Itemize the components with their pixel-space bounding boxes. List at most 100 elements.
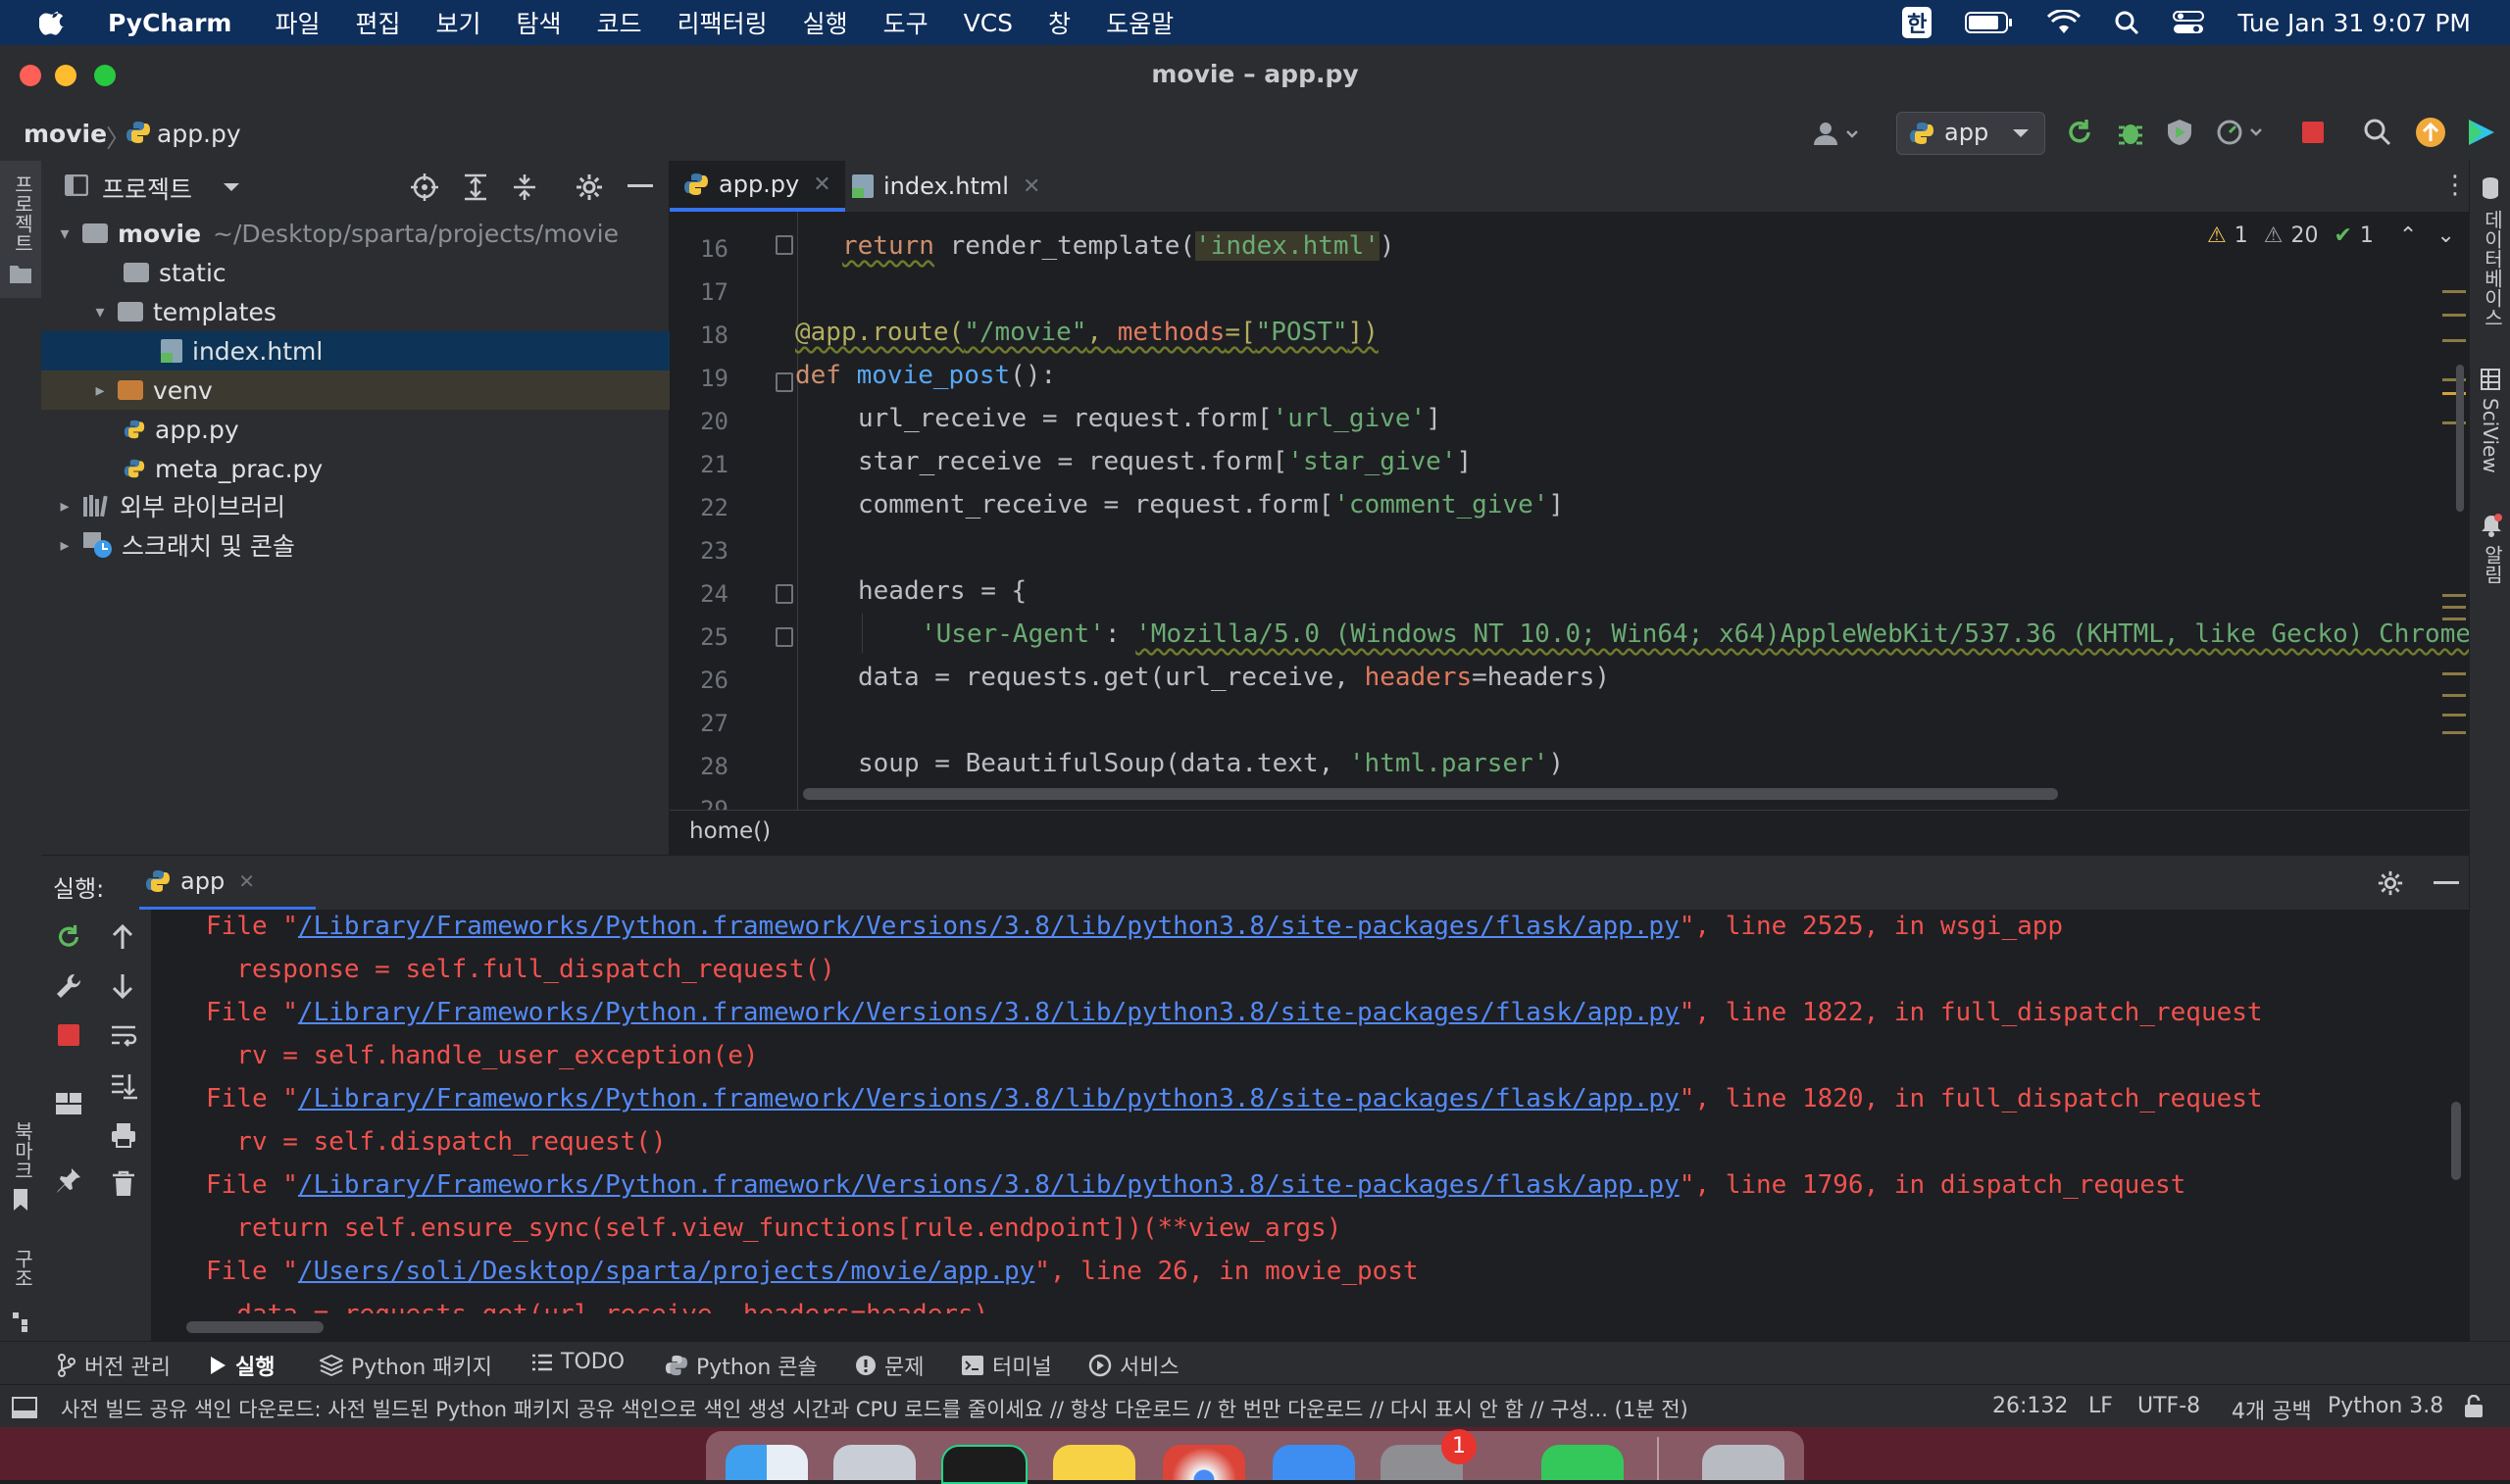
safari-icon[interactable] [1273,1445,1355,1480]
run-configuration-selector[interactable]: app [1896,112,2045,155]
chevron-right-icon[interactable]: ▸ [90,380,110,401]
console-file-link[interactable]: /Users/soli/Desktop/sparta/projects/movi… [298,1257,1034,1286]
console-file-link[interactable]: /Library/Frameworks/Python.framework/Ver… [298,912,1680,941]
run-console-output[interactable]: File "/Library/Frameworks/Python.framewo… [151,910,2445,1313]
more-tabs-icon[interactable]: ⋮ [2442,171,2468,200]
pin-icon[interactable] [55,1166,82,1194]
tree-item-app-py[interactable]: app.py [41,410,751,449]
notifications-tool-window-button[interactable]: 알림 [2470,514,2510,602]
fold-marker-icon[interactable] [776,235,793,255]
search-everywhere-icon[interactable] [2363,118,2392,147]
jetbrains-ai-icon[interactable] [2465,116,2498,149]
code-editor[interactable]: ⚠ 1 ⚠ 20 ✔ 1 ⌃ ⌄ 16 17 18 19 20 21 22 23 24… [670,212,2469,810]
tab-services[interactable]: 서비스 [1088,1350,1180,1381]
layout-icon[interactable] [55,1092,82,1115]
tree-item-venv[interactable]: ▸ venv [41,371,718,410]
control-center-icon[interactable] [2173,10,2205,35]
apple-icon[interactable] [39,8,69,37]
pycharm-icon[interactable] [941,1445,1028,1484]
error-stripe-mark[interactable] [2442,339,2466,342]
menu-navigate[interactable]: 탐색 [517,5,562,40]
expand-all-icon[interactable] [461,173,490,202]
gear-icon[interactable] [2377,869,2404,897]
menu-view[interactable]: 보기 [436,5,481,40]
close-tab-icon[interactable]: ✕ [813,173,830,197]
wrench-icon[interactable] [55,972,82,1000]
chevron-down-icon[interactable] [222,180,241,194]
error-stripe-mark[interactable] [2442,618,2466,620]
gear-icon[interactable] [575,173,604,202]
tree-item-external-libraries[interactable]: ▸ 외부 라이브러리 [41,486,682,525]
nav-crumb-file[interactable]: app.py [157,120,241,148]
tree-item-movie[interactable]: ▾ movie ~/Desktop/sparta/projects/movie [41,214,682,253]
status-message[interactable]: 사전 빌드 공유 색인 다운로드: 사전 빌드된 Python 패키지 공유 색… [61,1394,1688,1423]
next-highlight-icon[interactable]: ⌄ [2436,223,2454,248]
battery-icon[interactable] [1965,11,2014,34]
function-breadcrumb[interactable]: home() [689,818,771,844]
sciview-tool-window-button[interactable]: SciView [2470,369,2510,496]
error-stripe-mark[interactable] [2442,314,2466,317]
toggle-tool-windows-icon[interactable] [12,1397,37,1418]
wifi-icon[interactable] [2047,10,2082,35]
error-stripe-mark[interactable] [2442,290,2466,293]
arrow-down-icon[interactable] [110,972,135,1000]
tree-item-meta-prac-py[interactable]: meta_prac.py [41,449,751,488]
run-with-coverage-icon[interactable] [2165,118,2194,147]
line-separator[interactable]: LF [2088,1394,2113,1418]
chevron-down-icon[interactable]: ▾ [90,302,110,322]
spotlight-search-icon[interactable] [2114,10,2139,35]
messages-icon[interactable] [1541,1445,1624,1480]
finder-icon[interactable] [726,1445,808,1480]
soft-wrap-icon[interactable] [110,1023,137,1049]
console-horizontal-scrollbar[interactable] [186,1321,324,1333]
tab-app-py[interactable]: app.py ✕ [670,161,845,212]
python-interpreter[interactable]: Python 3.8 [2328,1394,2443,1418]
notes-icon[interactable] [1053,1445,1135,1480]
stop-icon[interactable] [2300,120,2326,145]
launchpad-icon[interactable] [833,1445,916,1480]
collapse-all-icon[interactable] [510,173,539,202]
horizontal-scrollbar[interactable] [803,788,2058,800]
ide-update-icon[interactable] [2414,116,2447,149]
vertical-scrollbar[interactable] [2456,365,2464,512]
error-stripe-mark[interactable] [2442,714,2466,717]
database-tool-window-button[interactable]: 데이터베이스 [2470,176,2510,363]
tab-python-console[interactable]: Python 콘솔 [665,1350,818,1381]
fold-marker-icon[interactable] [776,372,793,392]
unlock-icon[interactable] [2463,1395,2485,1418]
close-tab-icon[interactable]: ✕ [1023,174,1040,199]
console-file-link[interactable]: /Library/Frameworks/Python.framework/Ver… [298,1170,1680,1200]
error-stripe-mark[interactable] [2442,694,2466,697]
chrome-icon[interactable] [1163,1445,1245,1480]
rerun-icon[interactable] [2065,118,2094,147]
trash-icon[interactable] [112,1170,135,1198]
account-icon[interactable] [1812,120,1863,147]
error-stripe-mark[interactable] [2442,731,2466,734]
menu-code[interactable]: 코드 [597,5,642,40]
hide-panel-icon[interactable] [628,184,653,188]
debug-icon[interactable] [2116,118,2145,147]
close-tab-icon[interactable]: ✕ [238,869,255,893]
run-tab-app[interactable]: app ✕ [139,856,316,911]
console-file-link[interactable]: /Library/Frameworks/Python.framework/Ver… [298,1084,1680,1113]
tab-python-packages[interactable]: Python 패키지 [320,1350,492,1381]
arrow-up-icon[interactable] [110,923,135,951]
fold-marker-icon[interactable] [776,584,793,604]
menubar-clock[interactable]: Tue Jan 31 9:07 PM [2237,9,2471,37]
menu-refactor[interactable]: 리팩터링 [678,5,768,40]
menu-run[interactable]: 실행 [803,5,848,40]
previous-highlight-icon[interactable]: ⌃ [2399,223,2417,248]
rerun-icon[interactable] [55,923,82,951]
tree-item-scratches[interactable]: ▸ 스크래치 및 콘솔 [41,525,682,565]
tab-terminal[interactable]: 터미널 [961,1350,1052,1381]
menu-edit[interactable]: 편집 [356,5,401,40]
error-stripe-mark[interactable] [2442,594,2466,597]
menu-vcs[interactable]: VCS [964,9,1013,37]
tree-item-templates[interactable]: ▾ templates [41,292,718,331]
tab-run[interactable]: 실행 [208,1350,275,1381]
scroll-to-end-icon[interactable] [110,1072,137,1100]
console-vertical-scrollbar[interactable] [2451,1102,2461,1180]
profile-icon[interactable] [2216,118,2269,147]
chevron-right-icon[interactable]: ▸ [55,535,75,556]
menu-window[interactable]: 창 [1048,5,1071,40]
